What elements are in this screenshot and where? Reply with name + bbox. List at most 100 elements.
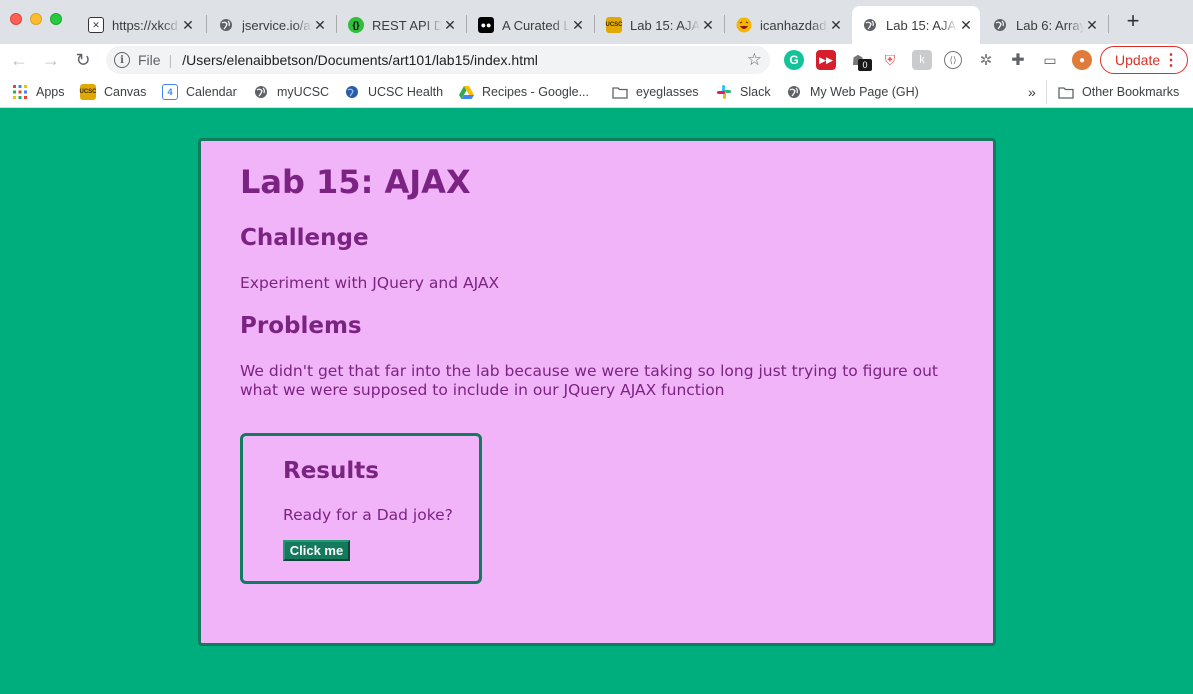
problems-text: We didn't get that far into the lab beca… bbox=[240, 362, 938, 399]
bookmark-label: Recipes - Google... bbox=[482, 85, 589, 99]
bookmark-slack[interactable]: Slack bbox=[716, 82, 771, 102]
health-globe-icon bbox=[344, 84, 360, 100]
grammarly-icon[interactable]: G bbox=[784, 50, 804, 70]
tab-title: A Curated List bbox=[502, 17, 570, 33]
tab-lab15-ucsc[interactable]: UCSC Lab 15: AJAX ✕ bbox=[596, 6, 722, 44]
bookmark-label: UCSC Health bbox=[368, 85, 444, 99]
slack-icon bbox=[716, 84, 732, 100]
other-bookmarks[interactable]: Other Bookmarks bbox=[1058, 82, 1179, 102]
bookmark-label: Slack bbox=[740, 85, 771, 99]
tab-title: REST API Docs bbox=[372, 17, 442, 33]
folder-icon bbox=[1058, 84, 1074, 100]
tab-xkcd[interactable]: ✕ https://xkcd.com/ ✕ bbox=[78, 6, 202, 44]
bookmarks-bar: Apps UCSC Canvas 4 Calendar myUCSC UCSC … bbox=[0, 76, 1193, 108]
address-scheme: File bbox=[138, 52, 161, 68]
bookmark-star-icon[interactable]: ☆ bbox=[747, 50, 762, 70]
bookmark-apps[interactable]: Apps bbox=[12, 82, 65, 102]
cast-icon[interactable]: ▭ bbox=[1040, 50, 1060, 70]
bookmark-calendar[interactable]: 4 Calendar bbox=[162, 82, 237, 102]
tab-lab15-active[interactable]: Lab 15: AJAX ✕ bbox=[852, 6, 980, 44]
close-tab-icon[interactable]: ✕ bbox=[828, 17, 844, 34]
bookmark-ucsc-health[interactable]: UCSC Health bbox=[344, 82, 443, 102]
tab-lab6[interactable]: Lab 6: Arrays ✕ bbox=[982, 6, 1106, 44]
xkcd-icon: ✕ bbox=[88, 17, 104, 33]
close-tab-icon[interactable]: ✕ bbox=[570, 17, 586, 34]
ghostery-badge: 0 bbox=[858, 59, 872, 71]
bookmark-canvas[interactable]: UCSC Canvas bbox=[80, 82, 146, 102]
bookmark-label: Calendar bbox=[186, 85, 237, 99]
shield-icon[interactable]: ⛨ bbox=[880, 50, 900, 70]
bookmark-label: Apps bbox=[36, 85, 65, 99]
medium-icon: ●● bbox=[478, 17, 494, 33]
google-drive-icon bbox=[458, 84, 474, 100]
tab-title: jservice.io/api bbox=[242, 17, 312, 33]
bookmark-recipes[interactable]: Recipes - Google... bbox=[458, 82, 589, 102]
challenge-heading: Challenge bbox=[240, 225, 369, 251]
folder-icon bbox=[612, 84, 628, 100]
problems-heading: Problems bbox=[240, 313, 362, 339]
address-url[interactable]: /Users/elenaibbetson/Documents/art101/la… bbox=[182, 52, 747, 68]
bookmark-label: Other Bookmarks bbox=[1082, 85, 1180, 99]
bookmark-label: myUCSC bbox=[277, 85, 330, 99]
minimize-window-button[interactable] bbox=[30, 13, 42, 25]
close-tab-icon[interactable]: ✕ bbox=[1084, 17, 1100, 34]
close-tab-icon[interactable]: ✕ bbox=[442, 17, 458, 34]
back-arrow-icon[interactable]: ← bbox=[7, 48, 31, 72]
reload-icon[interactable]: ↻ bbox=[71, 48, 95, 72]
bookmark-myucsc[interactable]: myUCSC bbox=[253, 82, 329, 102]
close-tab-icon[interactable]: ✕ bbox=[180, 17, 196, 34]
bookmark-my-web-page[interactable]: My Web Page (GH) bbox=[786, 82, 919, 102]
tab-jservice[interactable]: jservice.io/api ✕ bbox=[208, 6, 334, 44]
ucsc-icon: UCSC bbox=[606, 17, 623, 33]
page-title: Lab 15: AJAX bbox=[240, 163, 471, 201]
extensions-puzzle-icon[interactable]: ✚ bbox=[1008, 50, 1028, 70]
address-bar[interactable]: i File | /Users/elenaibbetson/Documents/… bbox=[106, 46, 770, 74]
globe-icon bbox=[862, 17, 878, 33]
close-tab-icon[interactable]: ✕ bbox=[312, 17, 328, 34]
new-tab-button[interactable]: + bbox=[1122, 10, 1144, 34]
content-card: Lab 15: AJAX Challenge Experiment with J… bbox=[198, 138, 996, 646]
bookmark-label: eyeglasses bbox=[636, 85, 699, 99]
globe-icon bbox=[786, 84, 802, 100]
bookmarks-overflow-button[interactable]: » bbox=[1028, 82, 1036, 102]
tab-title: icanhazdadjoke bbox=[760, 17, 828, 33]
close-tab-icon[interactable]: ✕ bbox=[958, 17, 974, 34]
address-divider: | bbox=[168, 52, 173, 68]
laughing-emoji-icon bbox=[736, 17, 752, 33]
bug-extension-icon[interactable]: ✲ bbox=[976, 50, 996, 70]
results-box: Results Ready for a Dad joke? Click me bbox=[240, 433, 482, 584]
bookmarks-divider bbox=[1046, 80, 1047, 104]
tab-title: Lab 15: AJAX bbox=[886, 17, 958, 33]
tab-curated-list[interactable]: ●● A Curated List ✕ bbox=[468, 6, 592, 44]
bookmark-eyeglasses[interactable]: eyeglasses bbox=[612, 82, 699, 102]
video-speed-icon[interactable]: ▶▶ bbox=[816, 50, 836, 70]
more-menu-icon[interactable]: ⋮ bbox=[1163, 50, 1179, 70]
click-me-button[interactable]: Click me bbox=[283, 540, 350, 561]
tab-icanhazdadjoke[interactable]: icanhazdadjoke ✕ bbox=[726, 6, 850, 44]
tab-title: Lab 15: AJAX bbox=[630, 17, 700, 33]
close-tab-icon[interactable]: ✕ bbox=[700, 17, 716, 34]
bookmark-label: My Web Page (GH) bbox=[810, 85, 919, 99]
tab-title: https://xkcd.com/ bbox=[112, 17, 180, 33]
tab-title: Lab 6: Arrays bbox=[1016, 17, 1084, 33]
update-label: Update bbox=[1115, 52, 1161, 68]
info-icon[interactable]: i bbox=[114, 52, 130, 68]
extension-k-icon[interactable]: k bbox=[912, 50, 932, 70]
browser-toolbar: ← → ↻ i File | /Users/elenaibbetson/Docu… bbox=[0, 44, 1193, 76]
tab-rest-api[interactable]: {} REST API Docs ✕ bbox=[338, 6, 464, 44]
globe-icon bbox=[253, 84, 269, 100]
globe-icon bbox=[992, 17, 1008, 33]
profile-avatar[interactable]: ● bbox=[1072, 50, 1092, 70]
close-window-button[interactable] bbox=[10, 13, 22, 25]
update-button[interactable]: Update ⋮ bbox=[1100, 46, 1188, 74]
globe-icon bbox=[218, 17, 234, 33]
results-heading: Results bbox=[283, 458, 379, 484]
code-extension-icon[interactable]: ⟨⟩ bbox=[944, 51, 962, 69]
tab-strip: ✕ https://xkcd.com/ ✕ jservice.io/api ✕ … bbox=[0, 0, 1193, 44]
ucsc-icon: UCSC bbox=[80, 84, 97, 100]
fullscreen-window-button[interactable] bbox=[50, 13, 62, 25]
apps-grid-icon bbox=[12, 84, 28, 100]
challenge-text: Experiment with JQuery and AJAX bbox=[240, 274, 500, 292]
forward-arrow-icon[interactable]: → bbox=[39, 48, 63, 72]
bookmark-label: Canvas bbox=[104, 85, 147, 99]
